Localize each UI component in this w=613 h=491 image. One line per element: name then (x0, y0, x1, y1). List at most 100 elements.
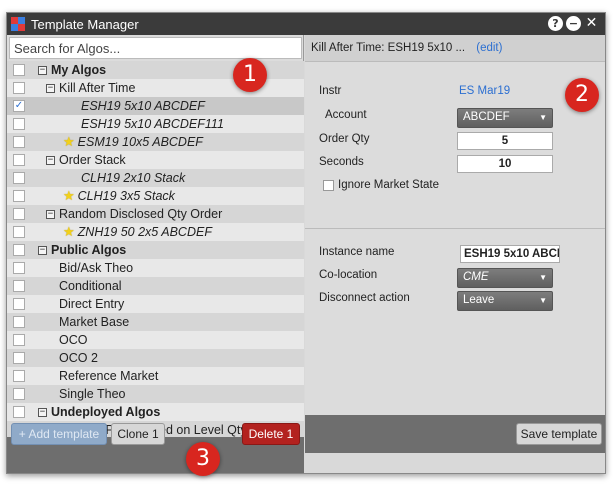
tree-row[interactable]: − Undeployed Algos (7, 403, 304, 421)
tree-row[interactable]: Single Theo (7, 385, 304, 403)
tree-row[interactable]: OCO (7, 331, 304, 349)
tree-row[interactable]: Direct Entry (7, 295, 304, 313)
save-template-button[interactable]: Save template (516, 423, 602, 445)
tree-row-label: Undeployed Algos (51, 405, 161, 419)
collapse-icon[interactable]: − (38, 245, 47, 255)
tree-row-label: Public Algos (51, 243, 127, 257)
tree-row-checkbox[interactable] (13, 172, 25, 184)
clone-button[interactable]: Clone 1 (111, 423, 165, 445)
tree-row[interactable]: ★ CLH19 3x5 Stack (7, 187, 304, 205)
tree-row-checkbox[interactable] (13, 226, 25, 238)
tree-row-label: Bid/Ask Theo (59, 261, 134, 275)
colocation-select[interactable]: CME ▼ (457, 268, 553, 288)
tree-row-checkbox[interactable]: ✓ (13, 100, 25, 112)
tree-row[interactable]: Bid/Ask Theo (7, 259, 304, 277)
edit-link[interactable]: (edit) (476, 42, 502, 54)
callout-badge-3: 3 (186, 442, 220, 476)
tree-row-checkbox[interactable] (13, 262, 25, 274)
callout-badge-2: 2 (565, 78, 599, 112)
minimize-icon[interactable]: − (566, 16, 581, 31)
ignore-market-state-label: Ignore Market State (338, 179, 439, 191)
tree-row[interactable]: ✓ ESH19 5x10 ABCDEF (7, 97, 304, 115)
tree-row-label: Kill After Time (59, 81, 136, 95)
tree-row-checkbox[interactable] (13, 118, 25, 130)
collapse-icon[interactable]: − (38, 65, 47, 75)
tree-row-label: ESH19 5x10 ABCDEF (81, 99, 205, 113)
tree-row-label: ZNH19 50 2x5 ABCDEF (77, 225, 212, 239)
tree-row[interactable]: CLH19 2x10 Stack (7, 169, 304, 187)
tree-row[interactable]: − Public Algos (7, 241, 304, 259)
instance-name-label: Instance name (319, 246, 395, 258)
disconnect-action-select[interactable]: Leave ▼ (457, 291, 553, 311)
tree-row-checkbox[interactable] (13, 244, 25, 256)
tree-row-checkbox[interactable] (13, 154, 25, 166)
ignore-market-state-checkbox[interactable] (323, 180, 334, 191)
account-select[interactable]: ABCDEF ▼ (457, 108, 553, 128)
tree-row-label: Single Theo (59, 387, 126, 401)
tree-row-checkbox[interactable] (13, 388, 25, 400)
tree-row[interactable]: ★ ZNH19 50 2x5 ABCDEF (7, 223, 304, 241)
tree-row-label: My Algos (51, 63, 107, 77)
tree-row-label: Market Base (59, 315, 130, 329)
tree-row-checkbox[interactable] (13, 316, 25, 328)
section-divider (305, 228, 605, 229)
add-template-button[interactable]: + Add template (11, 423, 107, 445)
tree-row[interactable]: Market Base (7, 313, 304, 331)
tree-row-checkbox[interactable] (13, 82, 25, 94)
disconnect-select-value: Leave (463, 294, 495, 306)
search-input[interactable] (9, 37, 302, 59)
help-icon[interactable]: ? (548, 16, 563, 31)
instance-name-input[interactable]: ESH19 5x10 ABCD (460, 245, 560, 263)
tree-row[interactable]: − Order Stack (7, 151, 304, 169)
account-label: Account (325, 109, 367, 121)
tree-row[interactable]: − Random Disclosed Qty Order (7, 205, 304, 223)
collapse-icon[interactable]: − (38, 407, 47, 417)
tree-row-checkbox[interactable] (13, 370, 25, 382)
algo-tree-pane: −My Algos−Kill After Time✓ESH19 5x10 ABC… (7, 35, 304, 473)
tree-row-label: CLH19 3x5 Stack (77, 189, 175, 203)
tree-row-label: OCO 2 (59, 351, 98, 365)
instr-value[interactable]: ES Mar19 (459, 85, 510, 97)
title-bar: Template Manager ? − ✕ (7, 13, 605, 35)
chevron-down-icon: ▼ (539, 273, 547, 282)
tree-row-checkbox[interactable] (13, 208, 25, 220)
disconnect-action-label: Disconnect action (319, 292, 410, 304)
delete-button[interactable]: Delete 1 (242, 423, 300, 445)
tree-row-label: OCO (59, 333, 88, 347)
tree-row-checkbox[interactable] (13, 298, 25, 310)
tree-row-label: ESH19 5x10 ABCDEF111 (81, 117, 224, 131)
tree-row-checkbox[interactable] (13, 352, 25, 364)
callout-badge-1: 1 (233, 58, 267, 92)
seconds-label: Seconds (319, 156, 364, 168)
tree-row[interactable]: OCO 2 (7, 349, 304, 367)
tree-row-checkbox[interactable] (13, 64, 25, 76)
tree-row[interactable]: Conditional (7, 277, 304, 295)
tree-row[interactable]: ESH19 5x10 ABCDEF111 (7, 115, 304, 133)
chevron-down-icon: ▼ (539, 296, 547, 305)
star-icon: ★ (63, 188, 75, 203)
tree-row-checkbox[interactable] (13, 136, 25, 148)
star-icon: ★ (63, 134, 75, 149)
tree-row-checkbox[interactable] (13, 334, 25, 346)
tree-row-label: Reference Market (59, 369, 159, 383)
app-logo-icon (11, 17, 25, 31)
chevron-down-icon: ▼ (539, 113, 547, 122)
tree-row-checkbox[interactable] (13, 190, 25, 202)
tree-row-checkbox[interactable] (13, 406, 25, 418)
tree-row-label: ESM19 10x5 ABCDEF (77, 135, 203, 149)
colocation-label: Co-location (319, 269, 378, 281)
collapse-icon[interactable]: − (46, 83, 55, 93)
collapse-icon[interactable]: − (46, 209, 55, 219)
tree-row-label: Random Disclosed Qty Order (59, 207, 223, 221)
window-title: Template Manager (31, 16, 139, 32)
order-qty-input[interactable]: 5 (457, 132, 553, 150)
tree-row-checkbox[interactable] (13, 280, 25, 292)
template-manager-window: Template Manager ? − ✕ −My Algos−Kill Af… (6, 12, 606, 474)
tree-row-label: CLH19 2x10 Stack (81, 171, 186, 185)
tree-row[interactable]: Reference Market (7, 367, 304, 385)
close-icon[interactable]: ✕ (584, 16, 599, 31)
collapse-icon[interactable]: − (46, 155, 55, 165)
colocation-select-value: CME (463, 271, 489, 283)
tree-row[interactable]: ★ ESM19 10x5 ABCDEF (7, 133, 304, 151)
seconds-input[interactable]: 10 (457, 155, 553, 173)
